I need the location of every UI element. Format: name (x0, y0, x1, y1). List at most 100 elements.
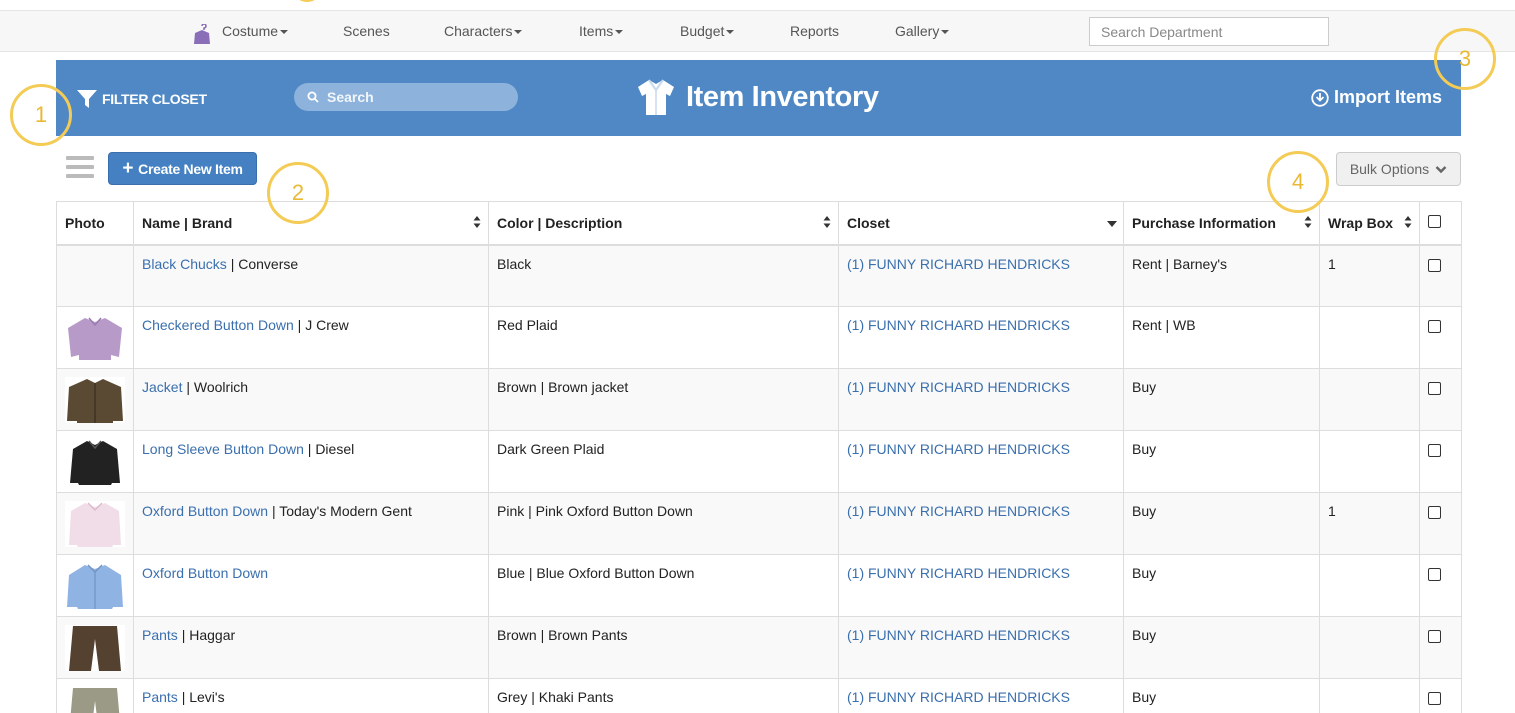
row-select-checkbox[interactable] (1428, 506, 1441, 519)
nav-items[interactable]: Items (579, 23, 624, 39)
item-brand: Woolrich (193, 379, 249, 395)
hanger-icon (194, 24, 210, 44)
item-name-link[interactable]: Oxford Button Down (142, 565, 268, 581)
nav-scenes[interactable]: Scenes (343, 23, 390, 39)
purchase-info-cell: Rent | Barney's (1123, 244, 1320, 307)
item-name-link[interactable]: Jacket (142, 379, 182, 395)
wrap-box-cell (1319, 368, 1420, 431)
nav-costume-label: Costume (222, 23, 279, 39)
closet-link[interactable]: (1) FUNNY RICHARD HENDRICKS (847, 379, 1070, 395)
import-items-label: Import Items (1333, 87, 1442, 107)
caret-down-icon (726, 30, 735, 35)
item-photo-thumbnail[interactable] (65, 687, 125, 713)
photo-cell (56, 244, 134, 307)
create-new-item-button[interactable]: + Create New Item (108, 152, 257, 185)
color-description-cell: Black (488, 244, 839, 307)
nav-gallery[interactable]: Gallery (895, 23, 950, 39)
table-row: Jacket | Woolrich Brown | Brown jacket (1)… (56, 368, 1462, 431)
nav-reports[interactable]: Reports (790, 23, 839, 39)
page-title: Item Inventory (636, 78, 879, 116)
menu-toggle-icon[interactable] (66, 156, 94, 182)
nav-costume[interactable]: Costume (222, 23, 289, 39)
sort-descending-icon (1107, 221, 1117, 227)
wrap-box-cell (1319, 678, 1420, 713)
row-select-checkbox[interactable] (1428, 568, 1441, 581)
nav-characters-label: Characters (444, 23, 513, 39)
row-select-checkbox[interactable] (1428, 382, 1441, 395)
closet-search-placeholder: Search (327, 89, 374, 105)
table-row: Checkered Button Down | J Crew Red Plaid(… (56, 306, 1462, 369)
table-header-row: Photo Name | Brand Color | Description C… (56, 201, 1462, 246)
table-row: Black Chucks | Converse Black (1) FUNNY RI… (56, 244, 1462, 307)
chevron-down-icon (1435, 165, 1447, 173)
bulk-options-button[interactable]: Bulk Options (1336, 152, 1461, 186)
item-photo-thumbnail[interactable] (65, 439, 125, 485)
sort-icon (473, 216, 481, 228)
brand-separator: | (293, 317, 306, 333)
item-name-link[interactable]: Oxford Button Down (142, 503, 268, 519)
item-photo-thumbnail[interactable] (65, 501, 125, 547)
sort-icon (1304, 216, 1312, 228)
name-brand-cell: Oxford Button Down (133, 554, 489, 617)
inventory-banner: FILTER CLOSET Search Item Inventory Impo… (56, 60, 1461, 136)
item-photo-thumbnail[interactable] (65, 625, 125, 671)
purchase-info-cell: Buy (1123, 616, 1320, 679)
row-select-checkbox[interactable] (1428, 692, 1441, 705)
purchase-info-cell: Buy (1123, 368, 1320, 431)
item-name-link[interactable]: Long Sleeve Button Down (142, 441, 304, 457)
select-cell (1419, 244, 1462, 307)
nav-characters[interactable]: Characters (444, 23, 523, 39)
closet-link[interactable]: (1) FUNNY RICHARD HENDRICKS (847, 689, 1070, 705)
table-row: Pants | Haggar Brown | Brown Pants (1) FUN… (56, 616, 1462, 679)
download-circle-icon (1311, 88, 1329, 107)
page-title-text: Item Inventory (686, 80, 879, 113)
closet-link[interactable]: (1) FUNNY RICHARD HENDRICKS (847, 503, 1070, 519)
item-photo-thumbnail[interactable] (65, 315, 125, 361)
closet-cell: (1) FUNNY RICHARD HENDRICKS (838, 306, 1124, 369)
department-search-input[interactable] (1089, 17, 1329, 46)
header-select-all (1419, 201, 1462, 246)
header-closet[interactable]: Closet (838, 201, 1124, 246)
brand-separator: | (303, 441, 316, 457)
item-name-link[interactable]: Checkered Button Down (142, 317, 294, 333)
closet-search-input[interactable]: Search (294, 83, 518, 111)
item-photo-thumbnail[interactable] (65, 377, 125, 423)
name-brand-cell: Long Sleeve Button Down | Diesel (133, 430, 489, 493)
closet-link[interactable]: (1) FUNNY RICHARD HENDRICKS (847, 317, 1070, 333)
create-new-item-label: Create New Item (138, 160, 243, 177)
wrap-box-cell (1319, 554, 1420, 617)
closet-link[interactable]: (1) FUNNY RICHARD HENDRICKS (847, 441, 1070, 457)
photo-cell (56, 430, 134, 493)
row-select-checkbox[interactable] (1428, 258, 1441, 272)
header-wrap-box-label: Wrap Box (1328, 214, 1394, 231)
header-closet-label: Closet (847, 214, 890, 231)
closet-link[interactable]: (1) FUNNY RICHARD HENDRICKS (847, 627, 1070, 643)
brand-separator: | (182, 379, 194, 395)
row-select-checkbox[interactable] (1428, 320, 1441, 333)
wrap-box-cell: 1 (1319, 492, 1420, 555)
photo-cell (56, 306, 134, 369)
header-wrap-box[interactable]: Wrap Box (1319, 201, 1420, 246)
header-color-description-label: Color | Description (497, 214, 623, 231)
item-name-link[interactable]: Pants (142, 627, 178, 643)
item-name-link[interactable]: Black Chucks (142, 256, 227, 272)
header-color-description[interactable]: Color | Description (488, 201, 839, 246)
bulk-options-label: Bulk Options (1349, 161, 1430, 177)
filter-closet-button[interactable]: FILTER CLOSET (76, 88, 207, 110)
row-select-checkbox[interactable] (1428, 630, 1441, 643)
import-items-button[interactable]: Import Items (1311, 87, 1442, 108)
color-description-cell: Brown | Brown jacket (488, 368, 839, 431)
select-all-checkbox[interactable] (1428, 214, 1441, 228)
item-name-link[interactable]: Pants (142, 689, 178, 705)
closet-cell: (1) FUNNY RICHARD HENDRICKS (838, 554, 1124, 617)
color-description-cell: Blue | Blue Oxford Button Down (488, 554, 839, 617)
closet-link[interactable]: (1) FUNNY RICHARD HENDRICKS (847, 565, 1070, 581)
nav-budget[interactable]: Budget (680, 23, 735, 39)
brand-separator: | (268, 503, 280, 519)
closet-cell: (1) FUNNY RICHARD HENDRICKS (838, 492, 1124, 555)
select-cell (1419, 492, 1462, 555)
row-select-checkbox[interactable] (1428, 444, 1441, 457)
closet-link[interactable]: (1) FUNNY RICHARD HENDRICKS (847, 256, 1070, 272)
item-photo-thumbnail[interactable] (65, 563, 125, 609)
annotation-partial-circle (292, 0, 322, 2)
